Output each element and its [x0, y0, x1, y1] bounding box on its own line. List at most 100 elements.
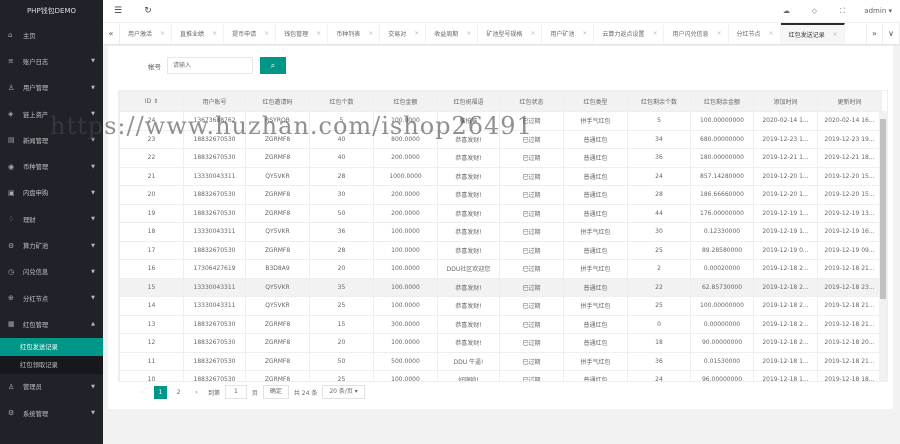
sidebar-item-coin[interactable]: ◉ 币种管理 ▼	[0, 153, 103, 179]
tab-7[interactable]: 矿池型号规格 ×	[478, 23, 543, 44]
page-number-input[interactable]: 1	[225, 385, 247, 399]
user-menu[interactable]: admin ▾	[856, 7, 900, 15]
theme-icon[interactable]: ☁	[772, 7, 800, 15]
table-row[interactable]: 19 18832670530 ZGRMF8 50 200.0000 恭喜发财! 已过期 普通红…	[119, 203, 882, 223]
table-cell: 2019-12-20 1...	[753, 166, 818, 186]
close-icon[interactable]: ×	[316, 30, 321, 37]
next-page-button[interactable]: ›	[190, 386, 203, 399]
table-cell: 13330043311	[183, 296, 246, 316]
tab-menu-chevron-down-icon[interactable]: ∨	[883, 23, 900, 44]
scrollbar-thumb[interactable]	[880, 119, 886, 299]
table-row[interactable]: 23 18832670530 ZGRMF8 40 800.0000 恭喜发财! 已过期 普通红…	[119, 129, 882, 149]
prev-page-button[interactable]: ‹	[136, 386, 149, 399]
tab-10[interactable]: 用户闪兑信息 ×	[664, 23, 729, 44]
sidebar-item-label: 主页	[23, 32, 36, 40]
sidebar-item-globe[interactable]: ⊕ 分红节点 ▼	[0, 285, 103, 311]
tab-8[interactable]: 用户矿池 ×	[542, 23, 595, 44]
close-icon[interactable]: ×	[160, 30, 165, 37]
table-cell: 拼手气红包	[563, 259, 628, 279]
sidebar-item-redpacket[interactable]: ▦ 红包管理 ▲	[0, 311, 103, 337]
tab-label: 分红节点	[736, 31, 761, 38]
sidebar-item-exchange[interactable]: ◷ 闪兑信息 ▼	[0, 259, 103, 285]
table-row[interactable]: 13 18832670530 ZGRMF8 15 300.0000 恭喜发财! 已过期 普通红…	[119, 314, 882, 334]
close-icon[interactable]: ×	[530, 30, 535, 37]
tab-4[interactable]: 币种列表 ×	[328, 23, 381, 44]
tab-1[interactable]: 直推业绩 ×	[172, 23, 225, 44]
tab-9[interactable]: 云算力返点设置 ×	[594, 23, 665, 44]
table-cell: 已过期	[499, 370, 564, 381]
tab-scroll-left-icon[interactable]: «	[103, 23, 120, 44]
table-row[interactable]: 12 18832670530 ZGRMF8 20 100.0000 恭喜发财! 已过期 普通红…	[119, 333, 882, 353]
account-search-input[interactable]	[167, 57, 253, 74]
sidebar-item-redpacket-receive-records[interactable]: 红包领取记录	[0, 356, 103, 374]
table-row[interactable]: 15 13330043311 QY5VKR 35 100.0000 恭喜发财! 已过期 普通红…	[119, 277, 882, 297]
table-cell: 18	[627, 333, 691, 353]
table-cell: 50	[309, 351, 374, 371]
home-icon: ⌂	[8, 31, 13, 40]
sidebar-item-purchase[interactable]: ▣ 内盘申购 ▼	[0, 180, 103, 206]
table-cell: 普通红包	[563, 129, 628, 149]
table-cell: 50	[309, 203, 374, 223]
table-cell: 100.0000	[373, 111, 438, 131]
close-icon[interactable]: ×	[716, 30, 721, 37]
table-cell: 89.28580000	[690, 240, 754, 260]
chevron-down-icon: ▼	[91, 410, 95, 416]
page-2-button[interactable]: 2	[172, 386, 185, 399]
sortable-column-header[interactable]: ID ⇕	[119, 91, 184, 112]
menu-toggle-icon[interactable]: ☰	[103, 6, 133, 16]
sidebar-item-asset[interactable]: ◈ 链上资产 ▼	[0, 101, 103, 127]
tab-scroll-right-icon[interactable]: »	[866, 23, 883, 44]
sidebar-item-settings[interactable]: ⚙ 系统管理 ▼	[0, 400, 103, 426]
close-icon[interactable]: ×	[833, 31, 838, 38]
table-cell: RSYROB	[245, 111, 310, 131]
table-cell: 35	[309, 277, 374, 297]
table-row[interactable]: 18 13330043311 QY5VKR 36 100.0000 恭喜发财! 已过期 拼手气…	[119, 222, 882, 242]
tab-5[interactable]: 交易对 ×	[380, 23, 427, 44]
sidebar-item-redpacket-send-records[interactable]: 红包发送记录	[0, 337, 103, 356]
sidebar-item-admin[interactable]: ♙ 管理员 ▼	[0, 374, 103, 400]
close-icon[interactable]: ×	[582, 30, 587, 37]
tag-icon[interactable]: ◇	[800, 7, 828, 15]
sidebar-item-user[interactable]: ♙ 用户管理 ▼	[0, 75, 103, 101]
close-icon[interactable]: ×	[264, 30, 269, 37]
table-row[interactable]: 17 18832670530 ZGRMF8 28 100.0000 恭喜发财! 已过期 普通红…	[119, 240, 882, 260]
vertical-scrollbar[interactable]	[879, 111, 887, 381]
close-icon[interactable]: ×	[414, 30, 419, 37]
sidebar-item-finance[interactable]: ♢ 理财 ▼	[0, 206, 103, 232]
content-card: 帐号 ⌕ ID ⇕用户账号红包邀请码红包个数红包金额红包祝福语红包状态红包类型红…	[108, 46, 893, 409]
table-cell: 2019-12-19 16...	[817, 222, 882, 242]
table-row[interactable]: 16 17306427619 B3D8A9 20 100.0000 DDU社区欢迎您 已过期…	[119, 259, 882, 279]
refresh-icon[interactable]: ↻	[133, 6, 163, 16]
close-icon[interactable]: ×	[769, 30, 774, 37]
fullscreen-icon[interactable]: ⛶	[828, 7, 856, 16]
sidebar-item-news[interactable]: ▤ 新闻管理 ▼	[0, 127, 103, 153]
tab-label: 用户闪兑信息	[672, 31, 709, 38]
tab-11[interactable]: 分红节点 ×	[729, 23, 781, 44]
sidebar-item-home[interactable]: ⌂ 主页	[0, 22, 103, 48]
tab-0[interactable]: 用户激活 ×	[120, 23, 173, 44]
tab-2[interactable]: 提币申请 ×	[224, 23, 277, 44]
table-row[interactable]: 14 13330043311 QY5VKR 25 100.0000 恭喜发财! 已过期 拼手气…	[119, 296, 882, 316]
search-button[interactable]: ⌕	[260, 57, 286, 74]
page-size-select[interactable]: 20 条/页 ▾	[322, 385, 365, 399]
table-cell: QY5VKR	[245, 166, 310, 186]
table-row[interactable]: 21 13330043311 QY5VKR 28 1000.0000 恭喜发财! 已过期 普通…	[119, 166, 882, 186]
table-row[interactable]: 10 18832670530 ZGRMF8 25 100.0000 好嗨哟! 已过期 普通红包…	[119, 370, 882, 381]
table-row[interactable]: 22 18832670530 ZGRMF8 40 200.0000 恭喜发财! 已过期 普通红…	[119, 148, 882, 168]
sidebar-item-mining[interactable]: ⚙ 算力矿池 ▼	[0, 232, 103, 258]
table-cell: 36	[627, 148, 691, 168]
table-row[interactable]: 20 18832670530 ZGRMF8 30 200.0000 恭喜发财! 已过期 普通红…	[119, 185, 882, 205]
sidebar-item-log[interactable]: ≡ 账户日志 ▼	[0, 48, 103, 74]
close-icon[interactable]: ×	[368, 30, 373, 37]
close-icon[interactable]: ×	[652, 30, 657, 37]
tab-6[interactable]: 收益周期 ×	[426, 23, 479, 44]
table-row[interactable]: 11 18832670530 ZGRMF8 50 500.0000 DDU 牛逼! 已过期拼…	[119, 351, 882, 371]
table-row[interactable]: 24 13673688762 RSYROB 5 100.0000 脑拍脑 已过期 拼手气红包 5…	[119, 111, 882, 131]
close-icon[interactable]: ×	[466, 30, 471, 37]
page-1-button[interactable]: 1	[154, 385, 167, 399]
table-cell: 24	[119, 111, 184, 131]
tab-3[interactable]: 钱包管理 ×	[276, 23, 329, 44]
tab-12[interactable]: 红包发送记录 ×	[780, 23, 845, 44]
confirm-page-button[interactable]: 确定	[262, 385, 289, 399]
close-icon[interactable]: ×	[212, 30, 217, 37]
